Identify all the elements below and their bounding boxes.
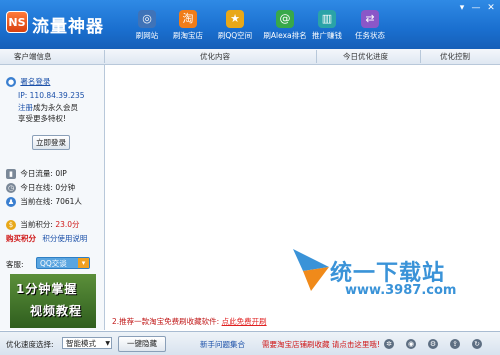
column-client-info: 客户端信息 [14, 52, 52, 61]
recommend-text: 2.推荐一款淘宝免费刷收藏软件: [112, 317, 220, 326]
login-row: ● 署名登录 [6, 76, 50, 87]
clock-icon: ◷ [6, 183, 16, 193]
app-window: NS 流量神器 ▾ — ✕ ◎ 刷网站 淘 刷淘宝店 ★ 刷QQ空间 @ 刷Al… [0, 0, 500, 355]
share-icon[interactable]: ⇪ [450, 339, 460, 349]
service-label: 客服: [6, 260, 24, 269]
task-list-area: 统一下载站 www.3987.com 2.推荐一款淘宝免费刷收藏软件: 点此免费… [105, 65, 500, 330]
register-text: 成为永久会员 [33, 103, 78, 112]
gear-icon[interactable]: ⚙ [428, 339, 438, 349]
chevron-down-icon: ▼ [105, 340, 110, 347]
status-bar: 优化速度选择: 智能模式 ▼ 一键隐藏 新手问题集合 需要淘宝店铺刷收藏 请点击… [0, 331, 500, 355]
settings-icon[interactable]: ✲ [384, 339, 394, 349]
nav-task-status[interactable]: ⇄ 任务状态 [340, 8, 400, 48]
minimize-icon[interactable]: — [470, 3, 482, 13]
recommend-link[interactable]: 点此免费开刷 [222, 317, 267, 326]
column-content: 优化内容 [200, 52, 230, 61]
column-divider [104, 50, 105, 63]
register-row: 注册成为永久会员 [18, 102, 78, 113]
speed-mode-label: 优化速度选择: [6, 340, 54, 349]
ip-label: IP: [18, 91, 28, 100]
star-icon: ★ [226, 10, 244, 28]
recommend-notice: 2.推荐一款淘宝免费刷收藏软件: 点此免费开刷 [112, 316, 267, 327]
user-icon: ● [6, 77, 16, 87]
register-link[interactable]: 注册 [18, 103, 33, 112]
signature-login-link[interactable]: 署名登录 [20, 77, 50, 86]
online-time-value: 0分钟 [55, 183, 76, 192]
eye-icon[interactable]: ◉ [406, 339, 416, 349]
app-title: 流量神器 [32, 17, 104, 37]
watermark-logo-icon [293, 249, 329, 291]
video-line2: 视频教程 [30, 304, 83, 318]
title-bar: NS 流量神器 ▾ — ✕ ◎ 刷网站 淘 刷淘宝店 ★ 刷QQ空间 @ 刷Al… [0, 0, 500, 49]
speed-mode-value: 智能模式 [66, 339, 96, 348]
traffic-row: ▮ 今日流量: 0IP [6, 168, 67, 179]
online-time-row: ◷ 今日在线: 0分钟 [6, 182, 75, 193]
login-button[interactable]: 立即登录 [32, 135, 70, 150]
taobao-icon: 淘 [179, 10, 197, 28]
buy-points-link[interactable]: 购买积分 [6, 234, 36, 243]
chevron-down-icon: ▾ [78, 258, 89, 268]
online-users-value: 7061人 [55, 197, 82, 206]
points-row: $ 当前积分: 23.0分 [6, 219, 80, 230]
taobao-favorite-link[interactable]: 需要淘宝店铺刷收藏 请点击这里哦! [262, 339, 380, 350]
column-divider [316, 50, 317, 63]
column-progress: 今日优化进度 [343, 52, 388, 61]
column-divider [420, 50, 421, 63]
coin-icon: $ [6, 220, 16, 230]
ip-value: 110.84.39.235 [29, 91, 85, 100]
sidebar: ● 署名登录 IP: 110.84.39.235 注册成为永久会员 享受更多特权… [0, 65, 105, 330]
app-logo: NS [6, 11, 28, 33]
speed-mode-select[interactable]: 智能模式 ▼ [62, 337, 112, 349]
points-links-row: 购买积分 积分使用说明 [6, 233, 87, 244]
traffic-icon: ▮ [6, 169, 16, 179]
swap-icon: ⇄ [361, 10, 379, 28]
chart-icon: ▥ [318, 10, 336, 28]
ip-row: IP: 110.84.39.235 [18, 91, 85, 100]
menu-dropdown-icon[interactable]: ▾ [456, 3, 468, 13]
online-users-row: ♟ 当前在线: 7061人 [6, 196, 82, 207]
qq-chat-button[interactable]: QQ交谈 ▾ [36, 257, 90, 269]
register-subtext: 享受更多特权! [18, 114, 67, 123]
users-icon: ♟ [6, 197, 16, 207]
close-icon[interactable]: ✕ [485, 3, 497, 13]
sync-icon[interactable]: ↻ [472, 339, 482, 349]
video-tutorial-banner[interactable]: 1分钟掌握 视频教程 [10, 274, 96, 328]
column-control: 优化控制 [440, 52, 470, 61]
points-label: 当前积分: [20, 220, 53, 229]
one-click-hide-button[interactable]: 一键隐藏 [118, 336, 166, 352]
watermark-url: www.3987.com [345, 283, 457, 298]
points-help-link[interactable]: 积分使用说明 [42, 234, 87, 243]
globe-icon: ◎ [138, 10, 156, 28]
alexa-icon: @ [276, 10, 294, 28]
points-value: 23.0分 [55, 220, 80, 229]
newbie-faq-link[interactable]: 新手问题集合 [200, 339, 245, 350]
traffic-label: 今日流量: [20, 169, 53, 178]
nav-label: 任务状态 [355, 31, 385, 40]
online-users-label: 当前在线: [20, 197, 53, 206]
traffic-value: 0IP [55, 169, 67, 178]
column-header: 客户端信息 优化内容 今日优化进度 优化控制 [0, 49, 500, 65]
qq-chat-label: QQ交谈 [40, 259, 67, 268]
video-line1: 1分钟掌握 [16, 282, 78, 296]
online-time-label: 今日在线: [20, 183, 53, 192]
